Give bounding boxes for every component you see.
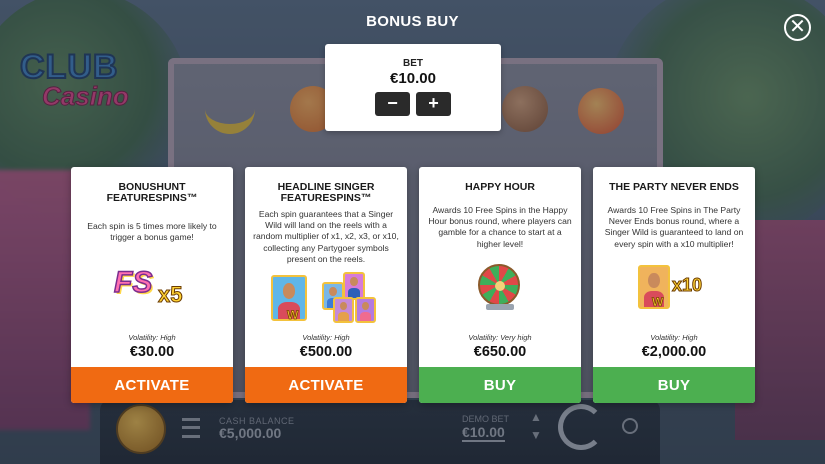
card-title: HEADLINE SINGER FEATURESPINS™ [277, 181, 375, 204]
prize-wheel-icon [476, 262, 524, 310]
multiplier-badge: x5 [157, 282, 183, 308]
activate-button[interactable]: ACTIVATE [245, 367, 407, 403]
bet-value: €10.00 [390, 70, 436, 87]
volatility-label: Volatility: High [302, 333, 350, 342]
partygoer-symbol [333, 297, 354, 323]
bonus-card-party-never-ends: THE PARTY NEVER ENDS Awards 10 Free Spin… [593, 167, 755, 403]
card-price: €650.00 [473, 344, 527, 360]
multiplier-badge: x10 [671, 275, 703, 296]
volatility-label: Volatility: High [650, 333, 698, 342]
activate-button[interactable]: ACTIVATE [71, 367, 233, 403]
buy-button[interactable]: BUY [593, 367, 755, 403]
partygoer-symbol [355, 297, 376, 323]
card-description: Each spin is 5 times more likely to trig… [87, 221, 217, 243]
bet-label: BET [403, 58, 423, 69]
card-price: €500.00 [299, 344, 353, 360]
card-price: €30.00 [129, 344, 175, 360]
card-description: Awards 10 Free Spins in the Happy Hour b… [428, 205, 572, 249]
card-description: Each spin guarantees that a Singer Wild … [253, 209, 399, 264]
card-price: €2,000.00 [641, 344, 707, 360]
fs-logo: FS [113, 265, 153, 300]
card-title: HAPPY HOUR [465, 181, 535, 193]
wild-badge: W [287, 308, 299, 323]
bet-panel: BET €10.00 − + [325, 44, 501, 131]
wild-badge: W [652, 295, 664, 310]
featurespins-x5-icon: FS x5 [113, 265, 194, 312]
bonus-card-happy-hour: HAPPY HOUR Awards 10 Free Spins in the H… [419, 167, 581, 403]
card-title: BONUSHUNT FEATURESPINS™ [106, 181, 198, 204]
singer-wild-x10-icon: W x10 [638, 263, 714, 313]
singer-wild-symbols-icon: W [271, 271, 383, 329]
bonus-card-headline-singer: HEADLINE SINGER FEATURESPINS™ Each spin … [245, 167, 407, 403]
card-title: THE PARTY NEVER ENDS [609, 181, 739, 193]
modal-title: BONUS BUY [366, 13, 459, 30]
card-description: Awards 10 Free Spins in The Party Never … [604, 205, 744, 249]
bonus-card-bonushunt: BONUSHUNT FEATURESPINS™ Each spin is 5 t… [71, 167, 233, 403]
partygoer-symbol [343, 272, 365, 300]
volatility-label: Volatility: High [128, 333, 176, 342]
buy-button[interactable]: BUY [419, 367, 581, 403]
increase-bet-button[interactable]: + [416, 92, 451, 116]
close-icon[interactable]: ✕ [784, 14, 811, 41]
volatility-label: Volatility: Very high [468, 333, 532, 342]
decrease-bet-button[interactable]: − [375, 92, 410, 116]
